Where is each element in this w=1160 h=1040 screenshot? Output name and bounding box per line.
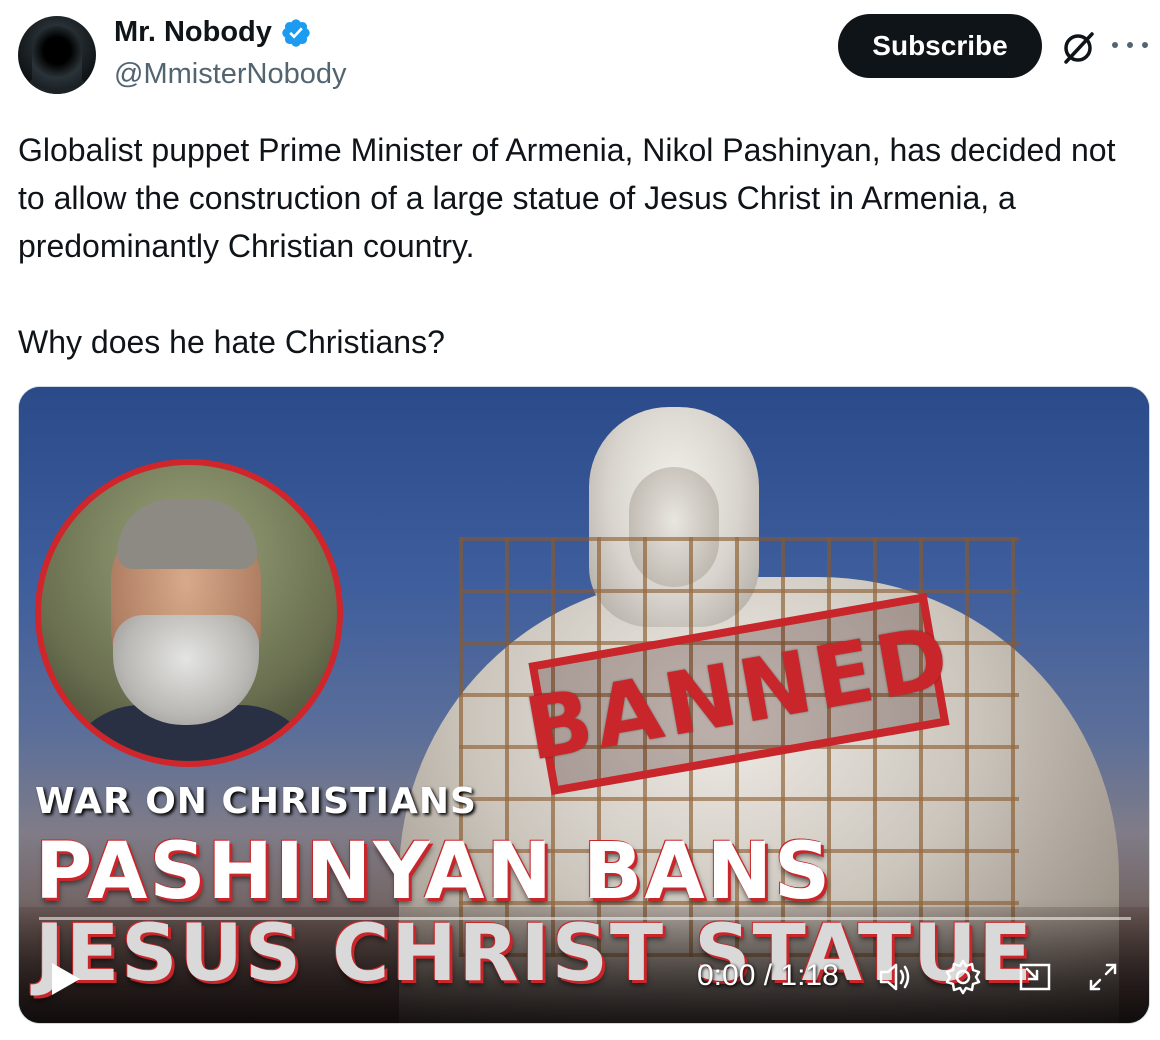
grok-icon[interactable]	[1058, 28, 1098, 68]
volume-icon[interactable]	[875, 957, 915, 997]
author-avatar[interactable]	[18, 16, 96, 94]
avatar-hood	[32, 26, 82, 88]
author-name[interactable]: Mr. Nobody	[114, 16, 272, 49]
video-player[interactable]: BANNED WAR ON CHRISTIANS PASHINYAN BANS …	[18, 386, 1150, 1024]
subscribe-button[interactable]: Subscribe	[838, 14, 1042, 78]
video-progress-bar[interactable]	[39, 917, 1131, 920]
fullscreen-icon[interactable]	[1083, 957, 1123, 997]
more-options-icon[interactable]	[1112, 28, 1148, 62]
tweet-paragraph: Why does he hate Christians?	[18, 324, 445, 360]
tweet-paragraph: Globalist puppet Prime Minister of Armen…	[18, 132, 1116, 264]
video-time: 0:00 / 1:18	[697, 959, 839, 992]
author-handle[interactable]: @MmisterNobody	[114, 58, 347, 91]
more-dot	[1112, 42, 1118, 48]
video-caption-line-1: PASHINYAN BANS	[35, 827, 833, 917]
verified-badge-icon	[282, 18, 310, 47]
dock-video-icon[interactable]	[1015, 957, 1055, 997]
more-dot	[1142, 42, 1148, 48]
more-dot	[1127, 42, 1133, 48]
portrait-hair	[117, 499, 257, 569]
tweet-text: Globalist puppet Prime Minister of Armen…	[18, 126, 1148, 366]
settings-gear-icon[interactable]	[943, 957, 983, 997]
play-icon[interactable]	[49, 961, 83, 997]
portrait-inset	[35, 459, 343, 767]
video-caption-small: WAR ON CHRISTIANS	[35, 781, 477, 822]
author-name-row: Mr. Nobody	[114, 16, 312, 49]
